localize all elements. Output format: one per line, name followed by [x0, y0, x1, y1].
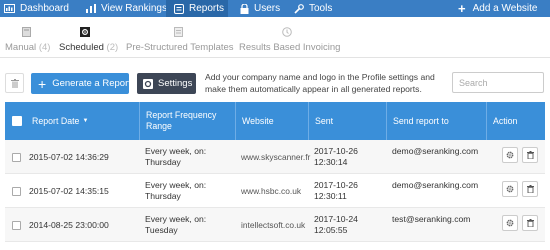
table-header: Report Date ▼ Report Frequency Range Web…	[5, 102, 545, 140]
row-settings-button[interactable]	[502, 215, 518, 231]
row-delete-button[interactable]	[522, 181, 538, 197]
row-report-date: 2015-07-02 14:35:15	[29, 185, 109, 196]
nav-dashboard-label: Dashboard	[20, 3, 69, 14]
row-settings-button[interactable]	[502, 181, 518, 197]
reports-icon	[174, 3, 184, 14]
bar-chart-icon	[86, 4, 96, 13]
generate-report-label: Generate a Report	[52, 78, 131, 89]
select-all-checkbox[interactable]	[12, 116, 22, 126]
header-website-label: Website	[242, 115, 274, 126]
generate-report-button[interactable]: + Generate a Report	[31, 73, 131, 94]
lock-icon	[240, 3, 249, 14]
manual-report-icon	[22, 27, 31, 37]
header-frequency-label: Report Frequency Range	[146, 110, 217, 131]
row-delete-button[interactable]	[522, 147, 538, 163]
report-type-tabs: Manual (4) Scheduled (2) Pre-Structured …	[0, 25, 550, 58]
invoice-icon	[282, 27, 292, 37]
nav-view-rankings-label: View Rankings	[101, 3, 167, 14]
header-frequency: Report Frequency Range	[139, 102, 235, 140]
gear-icon	[143, 78, 153, 89]
profile-settings-hint: Add your company name and logo in the Pr…	[205, 72, 435, 94]
header-sent-label: Sent	[315, 115, 334, 126]
tab-results-based-invoicing[interactable]: Results Based Invoicing	[239, 25, 340, 58]
template-icon	[174, 27, 183, 37]
table-row: 2015-07-02 14:35:15 Every week, on: Thur…	[5, 174, 545, 208]
plus-icon: +	[38, 75, 47, 92]
tab-scheduled-label: Scheduled	[59, 42, 104, 53]
tab-pre-structured-templates[interactable]: Pre-Structured Templates	[126, 25, 234, 58]
tools-icon	[294, 3, 304, 14]
row-settings-button[interactable]	[502, 147, 518, 163]
row-frequency: Every week, on: Thursday	[145, 146, 207, 167]
scheduled-reports-table: Report Date ▼ Report Frequency Range Web…	[5, 102, 545, 242]
delete-selected-button[interactable]	[5, 73, 24, 93]
row-frequency: Every week, on: Thursday	[145, 180, 207, 201]
row-website: intellectsoft.co.uk	[241, 219, 306, 230]
gear-icon	[506, 151, 514, 159]
tab-scheduled-count: (2)	[106, 42, 119, 53]
nav-reports-label: Reports	[189, 3, 225, 14]
row-send-to: test@seranking.com	[392, 214, 471, 224]
row-checkbox[interactable]	[12, 152, 21, 162]
plus-icon: +	[458, 1, 466, 16]
top-navigation-bar: Dashboard View Rankings Reports Users To…	[0, 0, 550, 17]
row-report-date: 2015-07-02 14:36:29	[29, 151, 109, 162]
search-input[interactable]	[452, 72, 544, 93]
row-checkbox[interactable]	[12, 220, 21, 230]
table-row: 2015-07-02 14:36:29 Every week, on: Thur…	[5, 140, 545, 174]
row-sent: 2017-10-26 12:30:11	[314, 180, 358, 201]
trash-icon	[526, 185, 534, 193]
row-report-date: 2014-08-25 23:00:00	[29, 219, 109, 230]
trash-icon	[526, 219, 534, 227]
header-send-to: Send report to	[386, 102, 486, 140]
header-action: Action	[486, 102, 545, 140]
scheduled-gear-icon	[80, 27, 90, 37]
row-sent: 2017-10-26 12:30:14	[314, 146, 358, 167]
nav-tools[interactable]: Tools	[294, 0, 332, 17]
header-send-to-label: Send report to	[393, 115, 449, 126]
table-row: 2014-08-25 23:00:00 Every week, on: Tues…	[5, 208, 545, 242]
nav-add-website[interactable]: + Add a Website	[458, 0, 537, 17]
dashboard-icon	[4, 4, 15, 13]
gear-icon	[506, 185, 514, 193]
trash-icon	[526, 151, 534, 159]
tab-pre-structured-label: Pre-Structured Templates	[126, 42, 234, 53]
row-delete-button[interactable]	[522, 215, 538, 231]
nav-tools-label: Tools	[309, 3, 333, 14]
nav-add-website-label: Add a Website	[472, 3, 538, 14]
nav-view-rankings[interactable]: View Rankings	[86, 0, 167, 17]
header-sent: Sent	[308, 102, 386, 140]
header-action-label: Action	[493, 115, 518, 126]
tab-manual-label: Manual	[5, 42, 37, 53]
header-website: Website	[235, 102, 308, 140]
nav-dashboard[interactable]: Dashboard	[4, 0, 69, 17]
row-send-to: demo@seranking.com	[392, 146, 479, 156]
settings-label: Settings	[158, 78, 193, 89]
header-report-date-label: Report Date	[32, 115, 80, 126]
row-frequency: Every week, on: Tuesday	[145, 214, 207, 235]
tab-results-invoicing-label: Results Based Invoicing	[239, 42, 341, 53]
sort-down-icon: ▼	[82, 117, 89, 124]
row-website: www.hsbc.co.uk	[241, 185, 302, 196]
nav-reports[interactable]: Reports	[166, 0, 228, 17]
tab-manual-count: (4)	[38, 42, 51, 53]
row-sent: 2017-10-24 12:05:55	[314, 214, 358, 235]
gear-icon	[506, 219, 514, 227]
settings-button[interactable]: Settings	[137, 73, 196, 94]
nav-users[interactable]: Users	[240, 0, 280, 17]
row-send-to: demo@seranking.com	[392, 180, 479, 190]
header-report-date[interactable]: Report Date ▼	[5, 102, 139, 140]
nav-users-label: Users	[254, 3, 281, 14]
trash-icon	[10, 78, 19, 88]
row-website: www.skyscanner.fr	[241, 151, 311, 162]
row-checkbox[interactable]	[12, 186, 21, 196]
